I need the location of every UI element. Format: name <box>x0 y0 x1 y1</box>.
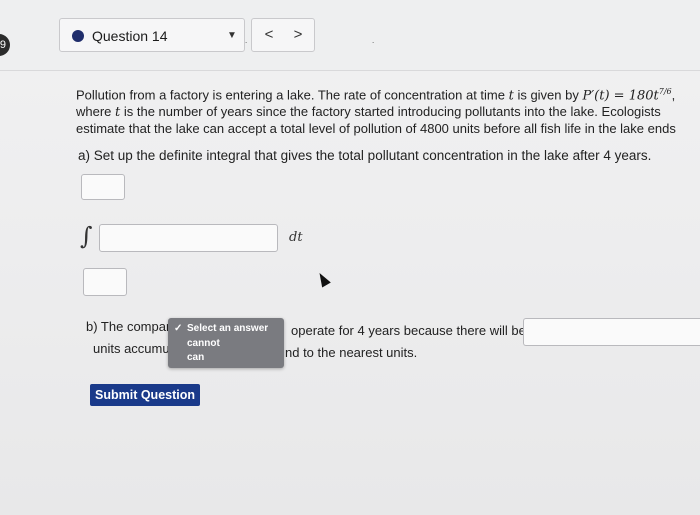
status-dot-icon <box>72 30 84 42</box>
prompt-line-3: estimate that the lake can accept a tota… <box>76 121 676 137</box>
checkmark-icon: ✓ <box>174 323 183 334</box>
part-b-text-left-1: b) The compan <box>86 319 174 334</box>
prompt-text: Pollution from a factory is entering a l… <box>76 87 509 103</box>
rate-exponent: 7/6 <box>658 87 672 96</box>
prompt-text: is the number of years since the factory… <box>120 104 661 120</box>
mouse-cursor-icon <box>315 270 331 288</box>
chevron-down-icon: ▼ <box>227 30 237 41</box>
submit-question-button[interactable]: Submit Question <box>90 384 200 406</box>
lower-limit-input[interactable] <box>83 268 127 296</box>
prompt-text: , <box>671 87 676 103</box>
dropdown-option-select[interactable]: Select an answer <box>187 323 268 334</box>
concentration-answer-input[interactable] <box>523 318 700 346</box>
integrand-input[interactable] <box>99 224 278 252</box>
prompt-text: is given by <box>513 87 583 103</box>
question-prompt: Pollution from a factory is entering a l… <box>76 84 700 137</box>
stray-dot: . <box>245 36 248 45</box>
prompt-line-2: where t is the number of years since the… <box>76 104 700 121</box>
part-b-text-left-2: units accumul <box>93 341 173 356</box>
stray-dot-2: . <box>372 36 375 45</box>
dropdown-option-cannot[interactable]: cannot <box>187 338 220 349</box>
previous-question-button[interactable]: < <box>259 26 279 43</box>
upper-limit-input[interactable] <box>81 174 125 200</box>
next-question-button[interactable]: > <box>288 26 308 43</box>
question-select-label: Question 14 <box>92 28 168 44</box>
prompt-line-1: Pollution from a factory is entering a l… <box>76 84 700 104</box>
part-b-text-right-1: operate for 4 years because there will b… <box>291 323 526 338</box>
prompt-text: where <box>76 104 116 120</box>
integral-symbol: ∫ <box>80 222 93 250</box>
question-select[interactable]: Question 14 ▼ <box>59 18 245 52</box>
page: 9 Question 14 ▼ < > . . Pollution from a… <box>0 0 700 515</box>
dt-label: dt <box>289 230 303 245</box>
dropdown-option-can[interactable]: can <box>187 352 204 363</box>
can-cannot-dropdown-menu[interactable]: ✓ Select an answer cannot can <box>168 318 284 368</box>
part-a-text: a) Set up the definite integral that giv… <box>78 148 652 163</box>
part-b-text-right-2: nd to the nearest units. <box>285 345 418 360</box>
question-nav: < > <box>251 18 315 52</box>
rate-formula: P′(t) = 180t <box>582 88 659 104</box>
